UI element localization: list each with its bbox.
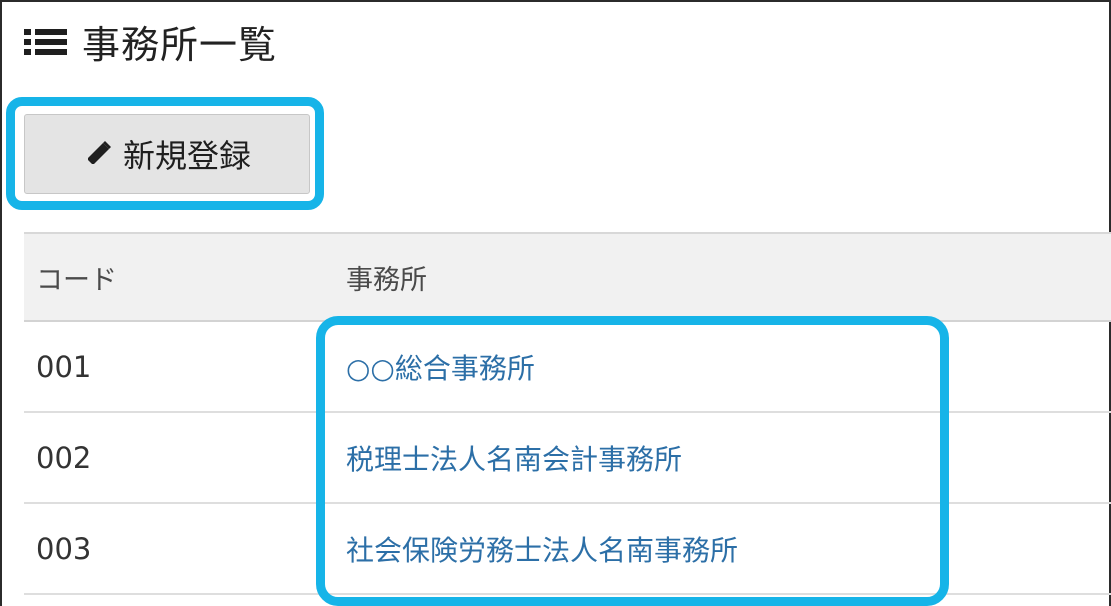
office-code: 001 bbox=[36, 349, 92, 384]
new-registration-label: 新規登録 bbox=[122, 137, 251, 175]
table-header: コード 事務所 bbox=[24, 232, 1111, 322]
list-icon bbox=[22, 22, 70, 62]
column-header-code: コード bbox=[36, 264, 117, 296]
page-title: 事務所一覧 bbox=[82, 23, 278, 67]
office-links-highlight bbox=[316, 316, 949, 606]
new-registration-button[interactable]: 新規登録 bbox=[24, 114, 310, 194]
column-header-office: 事務所 bbox=[346, 264, 427, 296]
pencil-icon bbox=[83, 139, 113, 169]
page-header: 事務所一覧 bbox=[22, 14, 277, 69]
office-code: 002 bbox=[36, 440, 92, 475]
office-code: 003 bbox=[36, 531, 92, 566]
